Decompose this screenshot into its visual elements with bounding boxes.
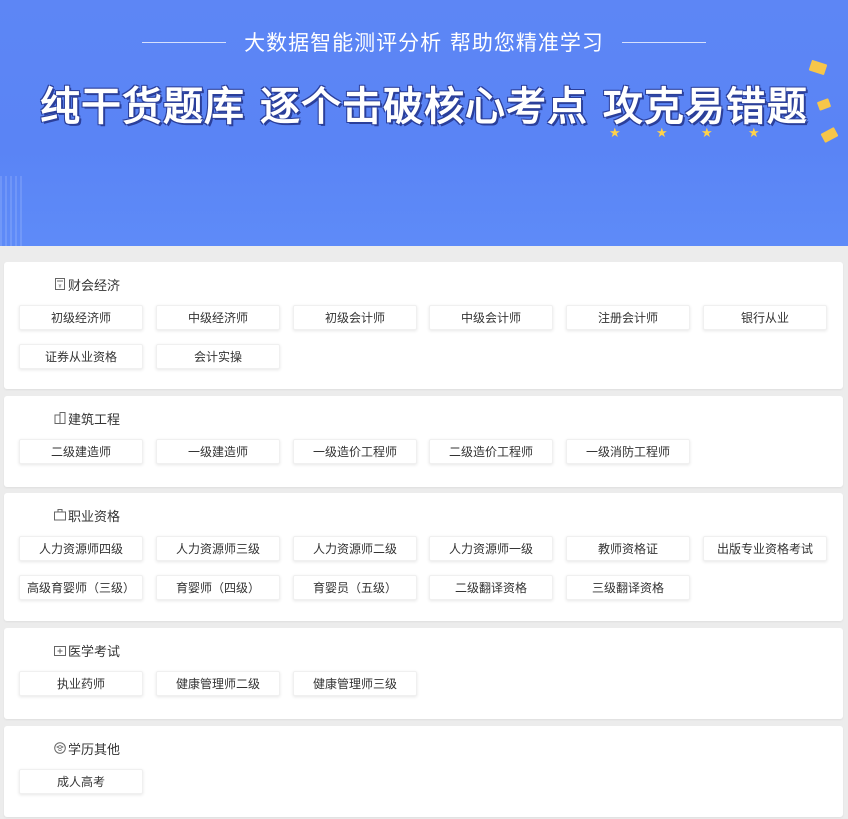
exam-button[interactable]: 初级经济师 (19, 305, 143, 330)
banner: 大数据智能测评分析 帮助您精准学习 纯干货题库 逐个击破核心考点 攻克易错题 ★… (0, 0, 848, 246)
category-title: 建筑工程 (54, 409, 121, 428)
building-icon (54, 412, 66, 424)
exam-button[interactable]: 出版专业资格考试 (703, 536, 827, 561)
exam-button[interactable]: 二级建造师 (19, 439, 143, 464)
category-title: 学历其他 (54, 739, 121, 758)
star-icon: ★ (656, 126, 668, 141)
exam-button[interactable]: 成人高考 (19, 769, 143, 794)
exam-button[interactable]: 执业药师 (19, 671, 143, 696)
category-card: 医学考试执业药师 健康管理师二级 健康管理师三级 (4, 628, 843, 719)
exam-button[interactable]: 中级会计师 (429, 305, 553, 330)
exam-button[interactable]: 二级翻译资格 (429, 575, 553, 600)
exam-button[interactable]: 育婴员（五级） (293, 575, 417, 600)
banner-subtitle-row: 大数据智能测评分析 帮助您精准学习 (0, 27, 848, 57)
calculator-icon: ¥ (54, 278, 66, 290)
building-decoration (0, 176, 24, 246)
medical-kit-icon (54, 644, 66, 656)
category-card: 建筑工程二级建造师 一级建造师 一级造价工程师 二级造价工程师 一级消防工程师 (4, 396, 843, 487)
exam-button[interactable]: 一级建造师 (156, 439, 280, 464)
exam-button[interactable]: 初级会计师 (293, 305, 417, 330)
star-icon: ★ (609, 126, 621, 141)
star-icon: ★ (748, 126, 760, 141)
divider-left (142, 41, 227, 43)
svg-text:¥: ¥ (58, 284, 61, 290)
category-title: 职业资格 (54, 506, 121, 525)
category-card: 学历其他成人高考 (4, 726, 843, 817)
category-title-label: 职业资格 (68, 509, 121, 525)
category-card: ¥ 财会经济初级经济师 中级经济师 初级会计师 中级会计师 注册会计师 银行从业证券从业资格… (4, 262, 843, 389)
exam-button[interactable]: 高级育婴师（三级） (19, 575, 143, 600)
category-title: ¥ 财会经济 (54, 275, 121, 294)
category-title-label: 建筑工程 (68, 412, 121, 428)
banner-headline: 纯干货题库 逐个击破核心考点 攻克易错题 (40, 84, 808, 130)
exam-button[interactable]: 会计实操 (156, 344, 280, 369)
exam-button[interactable]: 一级消防工程师 (566, 439, 690, 464)
exam-button[interactable]: 中级经济师 (156, 305, 280, 330)
exam-button[interactable]: 教师资格证 (566, 536, 690, 561)
exam-button[interactable]: 银行从业 (703, 305, 827, 330)
briefcase-icon (54, 509, 66, 521)
envelope-icon (808, 59, 828, 76)
exam-button[interactable]: 人力资源师三级 (156, 536, 280, 561)
exam-button[interactable]: 一级造价工程师 (293, 439, 417, 464)
exam-button[interactable]: 健康管理师二级 (156, 671, 280, 696)
exam-button[interactable]: 人力资源师一级 (429, 536, 553, 561)
banner-subtitle: 大数据智能测评分析 帮助您精准学习 (244, 31, 604, 55)
category-title-label: 医学考试 (68, 644, 121, 660)
category-title-label: 学历其他 (68, 742, 121, 758)
divider-right (621, 41, 706, 43)
graduation-icon (54, 742, 66, 754)
exam-button[interactable]: 注册会计师 (566, 305, 690, 330)
exam-button[interactable]: 二级造价工程师 (429, 439, 553, 464)
category-title-label: 财会经济 (68, 278, 121, 294)
exam-button[interactable]: 育婴师（四级） (156, 575, 280, 600)
star-icon: ★ (701, 126, 713, 141)
category-title: 医学考试 (54, 641, 121, 660)
exam-button[interactable]: 证券从业资格 (19, 344, 143, 369)
exam-button[interactable]: 三级翻译资格 (566, 575, 690, 600)
exam-button[interactable]: 人力资源师四级 (19, 536, 143, 561)
category-card: 职业资格人力资源师四级 人力资源师三级 人力资源师二级 人力资源师一级 教师资格证 出版专… (4, 493, 843, 621)
exam-button[interactable]: 人力资源师二级 (293, 536, 417, 561)
exam-button[interactable]: 健康管理师三级 (293, 671, 417, 696)
